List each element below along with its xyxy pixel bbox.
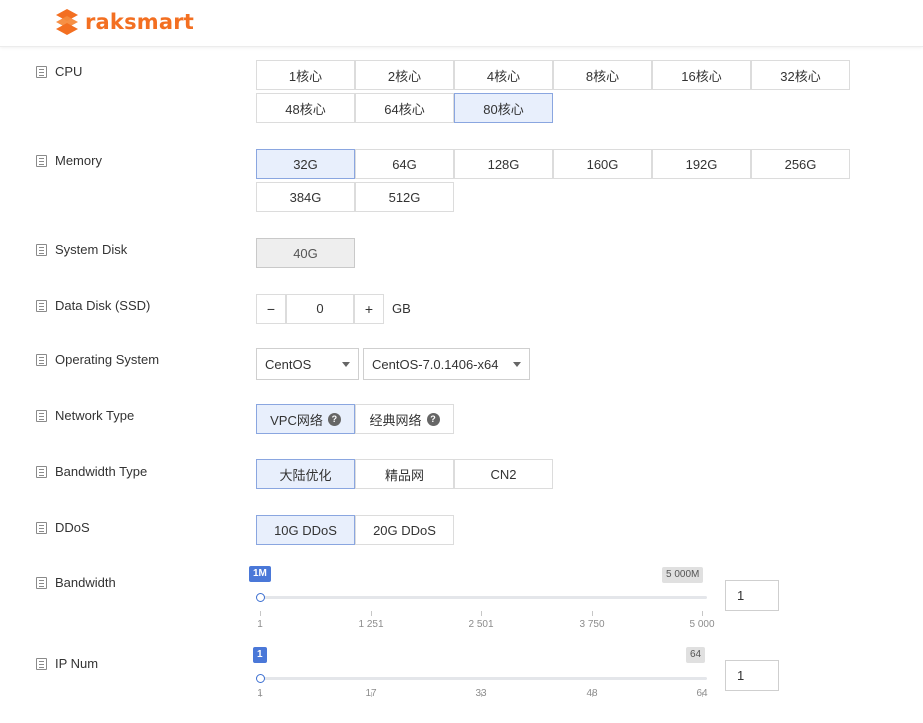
memory-label-text: Memory — [55, 153, 102, 168]
data-disk-label-text: Data Disk (SSD) — [55, 298, 151, 313]
bandwidth-type-label: Bandwidth Type — [36, 464, 147, 479]
bandwidth-tick-label: 1 — [257, 619, 263, 630]
data-disk-increment-button[interactable]: + — [354, 294, 384, 324]
ddos-option-selected[interactable]: 10G DDoS — [256, 515, 355, 545]
data-disk-input[interactable]: 0 — [286, 294, 354, 324]
cpu-option-selected[interactable]: 80核心 — [454, 93, 553, 123]
ip-num-tick-label: 1 — [257, 688, 263, 699]
list-icon — [36, 154, 47, 167]
os-label-text: Operating System — [55, 352, 160, 367]
network-type-label-text: Network Type — [55, 408, 135, 423]
header: raksmart — [0, 0, 923, 47]
bandwidth-label-text: Bandwidth — [55, 575, 116, 590]
bandwidth-tick — [481, 611, 482, 616]
bandwidth-label: Bandwidth — [36, 575, 116, 590]
ip-num-slider[interactable] — [260, 677, 707, 680]
network-type-label: Network Type — [36, 408, 134, 423]
cpu-option[interactable]: 1核心 — [256, 60, 355, 90]
bandwidth-type-option[interactable]: CN2 — [454, 459, 553, 489]
bandwidth-tick-label: 3 750 — [579, 619, 605, 630]
bandwidth-type-option-selected[interactable]: 大陆优化 — [256, 459, 355, 489]
network-type-option[interactable]: 经典网络 ? — [355, 404, 454, 434]
memory-option[interactable]: 128G — [454, 149, 553, 179]
ip-num-slider-handle[interactable] — [256, 674, 265, 683]
system-disk-option: 40G — [256, 238, 355, 268]
memory-label: Memory — [36, 153, 102, 168]
cpu-option[interactable]: 64核心 — [355, 93, 454, 123]
memory-option-selected[interactable]: 32G — [256, 149, 355, 179]
memory-option[interactable]: 384G — [256, 182, 355, 212]
list-icon — [36, 657, 47, 670]
ip-num-max-badge: 64 — [686, 647, 706, 663]
list-icon — [36, 465, 47, 478]
os-version-value: CentOS-7.0.1406-x64 — [372, 356, 499, 372]
ip-num-current-badge: 1 — [253, 647, 267, 663]
brand-logo[interactable]: raksmart — [54, 8, 194, 36]
bandwidth-tick-label: 5 000 — [689, 619, 715, 630]
os-family-value: CentOS — [265, 356, 312, 372]
ip-num-tick-label: 48 — [586, 688, 598, 699]
cpu-option[interactable]: 8核心 — [553, 60, 652, 90]
data-disk-label: Data Disk (SSD) — [36, 298, 150, 313]
chevron-down-icon — [513, 362, 521, 367]
list-icon — [36, 353, 47, 366]
list-icon — [36, 243, 47, 256]
bandwidth-tick — [371, 611, 372, 616]
bandwidth-slider[interactable] — [260, 596, 707, 599]
cpu-label: CPU — [36, 64, 82, 79]
bandwidth-tick-label: 1 251 — [358, 619, 384, 630]
cpu-label-text: CPU — [55, 64, 83, 79]
network-type-option-label: 经典网络 — [369, 412, 422, 428]
brand-name: raksmart — [85, 10, 195, 34]
raksmart-logo-icon — [56, 9, 78, 35]
bandwidth-tick-label: 2 501 — [468, 619, 494, 630]
list-icon — [36, 521, 47, 534]
list-icon — [36, 299, 47, 312]
memory-option[interactable]: 256G — [751, 149, 850, 179]
network-type-option-selected[interactable]: VPC网络 ? — [256, 404, 355, 434]
question-circle-icon[interactable]: ? — [426, 412, 440, 426]
chevron-down-icon — [342, 362, 350, 367]
cpu-option[interactable]: 2核心 — [355, 60, 454, 90]
question-circle-icon[interactable]: ? — [327, 412, 341, 426]
ip-num-tick-label: 64 — [696, 688, 708, 699]
memory-option[interactable]: 64G — [355, 149, 454, 179]
cpu-option[interactable]: 4核心 — [454, 60, 553, 90]
cpu-option[interactable]: 16核心 — [652, 60, 751, 90]
memory-option[interactable]: 192G — [652, 149, 751, 179]
bandwidth-tick — [592, 611, 593, 616]
ip-num-input[interactable]: 1 — [725, 660, 779, 691]
os-label: Operating System — [36, 352, 159, 367]
ip-num-tick-label: 33 — [475, 688, 487, 699]
ip-num-label-text: IP Num — [55, 656, 99, 671]
ip-num-tick-label: 17 — [365, 688, 377, 699]
bandwidth-tick — [702, 611, 703, 616]
list-icon — [36, 65, 47, 78]
ddos-option[interactable]: 20G DDoS — [355, 515, 454, 545]
data-disk-unit: GB — [392, 301, 411, 316]
cpu-option[interactable]: 32核心 — [751, 60, 850, 90]
os-family-select[interactable]: CentOS — [256, 348, 359, 380]
data-disk-decrement-button[interactable]: − — [256, 294, 286, 324]
bandwidth-type-option[interactable]: 精品网 — [355, 459, 454, 489]
os-version-select[interactable]: CentOS-7.0.1406-x64 — [363, 348, 530, 380]
cpu-option[interactable]: 48核心 — [256, 93, 355, 123]
ip-num-label: IP Num — [36, 656, 98, 671]
bandwidth-input[interactable]: 1 — [725, 580, 779, 611]
bandwidth-max-badge: 5 000M — [662, 567, 704, 583]
list-icon — [36, 576, 47, 589]
memory-option[interactable]: 512G — [355, 182, 454, 212]
list-icon — [36, 409, 47, 422]
memory-option[interactable]: 160G — [553, 149, 652, 179]
bandwidth-type-label-text: Bandwidth Type — [55, 464, 148, 479]
ddos-label: DDoS — [36, 520, 90, 535]
bandwidth-current-badge: 1M — [249, 566, 271, 582]
system-disk-label: System Disk — [36, 242, 127, 257]
bandwidth-tick — [260, 611, 261, 616]
network-type-option-label: VPC网络 — [270, 412, 323, 428]
ddos-label-text: DDoS — [55, 520, 90, 535]
bandwidth-slider-handle[interactable] — [256, 593, 265, 602]
system-disk-label-text: System Disk — [55, 242, 128, 257]
